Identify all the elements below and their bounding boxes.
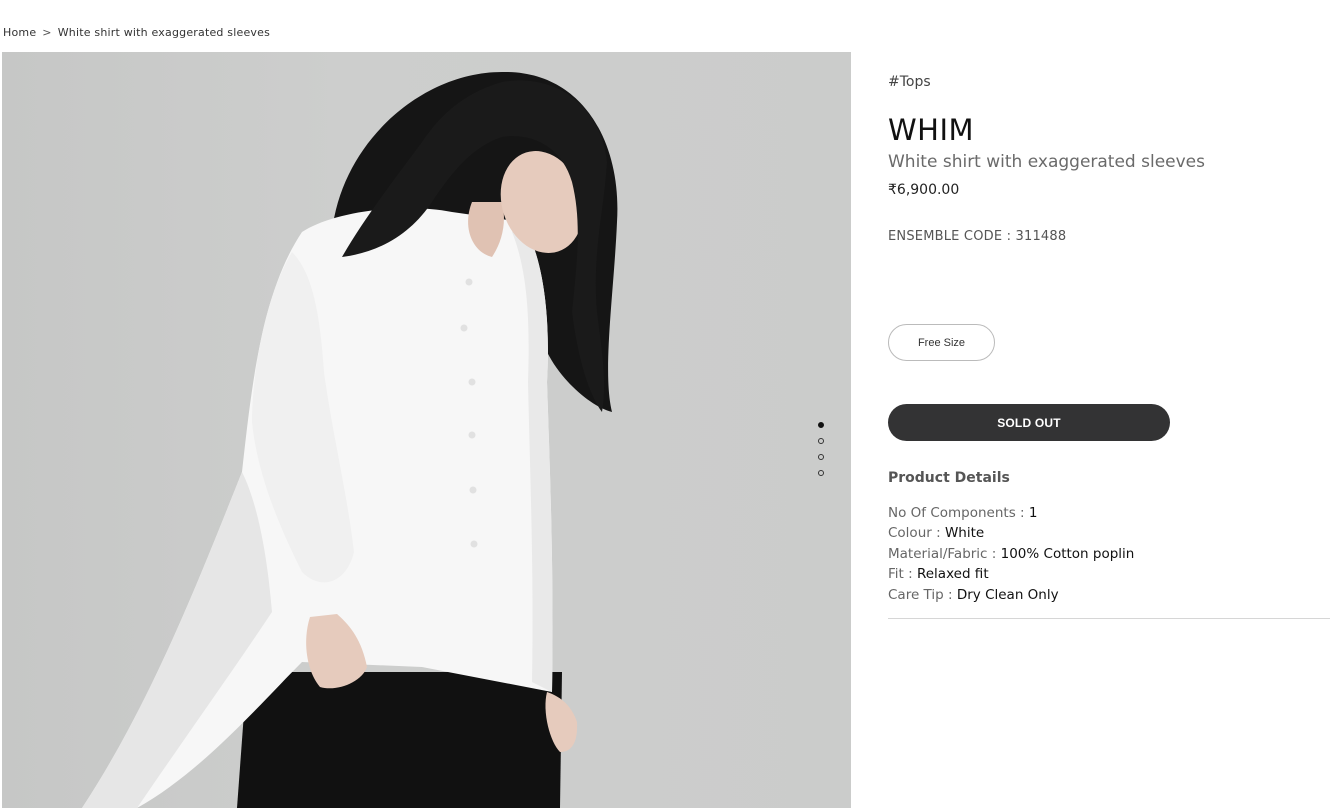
detail-row-material: Material/Fabric : 100% Cotton poplin: [888, 544, 1134, 564]
breadcrumb-separator: >: [42, 26, 52, 39]
product-image-gallery[interactable]: [2, 52, 851, 808]
detail-label: Colour :: [888, 525, 941, 542]
carousel-dot-4[interactable]: [818, 470, 824, 476]
detail-label: Care Tip :: [888, 586, 953, 603]
size-option-free-size[interactable]: Free Size: [888, 324, 995, 361]
product-details-list: No Of Components : 1 Colour : White Mate…: [888, 503, 1134, 605]
detail-label: Material/Fabric :: [888, 545, 997, 562]
brand-name: WHIM: [888, 113, 975, 147]
detail-row-fit: Fit : Relaxed fit: [888, 564, 1134, 584]
detail-value: White: [944, 525, 985, 542]
ensemble-code: ENSEMBLE CODE : 311488: [888, 229, 1067, 244]
carousel-dot-1[interactable]: [818, 422, 824, 428]
breadcrumb-current: White shirt with exaggerated sleeves: [57, 26, 271, 39]
carousel-dot-3[interactable]: [818, 454, 824, 460]
detail-row-care: Care Tip : Dry Clean Only: [888, 585, 1134, 605]
product-details-heading: Product Details: [888, 470, 1010, 486]
detail-row-components: No Of Components : 1: [888, 503, 1134, 523]
breadcrumb-home-link[interactable]: Home: [3, 26, 36, 39]
detail-value: Relaxed fit: [916, 566, 989, 583]
product-price: ₹6,900.00: [888, 182, 960, 198]
product-image: [82, 71, 618, 808]
detail-value: Dry Clean Only: [956, 586, 1059, 603]
sold-out-button[interactable]: SOLD OUT: [888, 404, 1170, 441]
detail-row-colour: Colour : White: [888, 523, 1134, 543]
breadcrumb: Home > White shirt with exaggerated slee…: [3, 26, 270, 39]
detail-label: No Of Components :: [888, 505, 1025, 521]
details-divider: [888, 618, 1330, 619]
detail-value: 100% Cotton poplin: [1000, 545, 1135, 562]
product-name: White shirt with exaggerated sleeves: [888, 152, 1205, 172]
carousel-dot-2[interactable]: [818, 438, 824, 444]
detail-label: Fit :: [888, 566, 913, 583]
carousel-dots: [818, 422, 824, 476]
category-tag[interactable]: #Tops: [888, 74, 931, 90]
detail-value: 1: [1028, 505, 1038, 521]
